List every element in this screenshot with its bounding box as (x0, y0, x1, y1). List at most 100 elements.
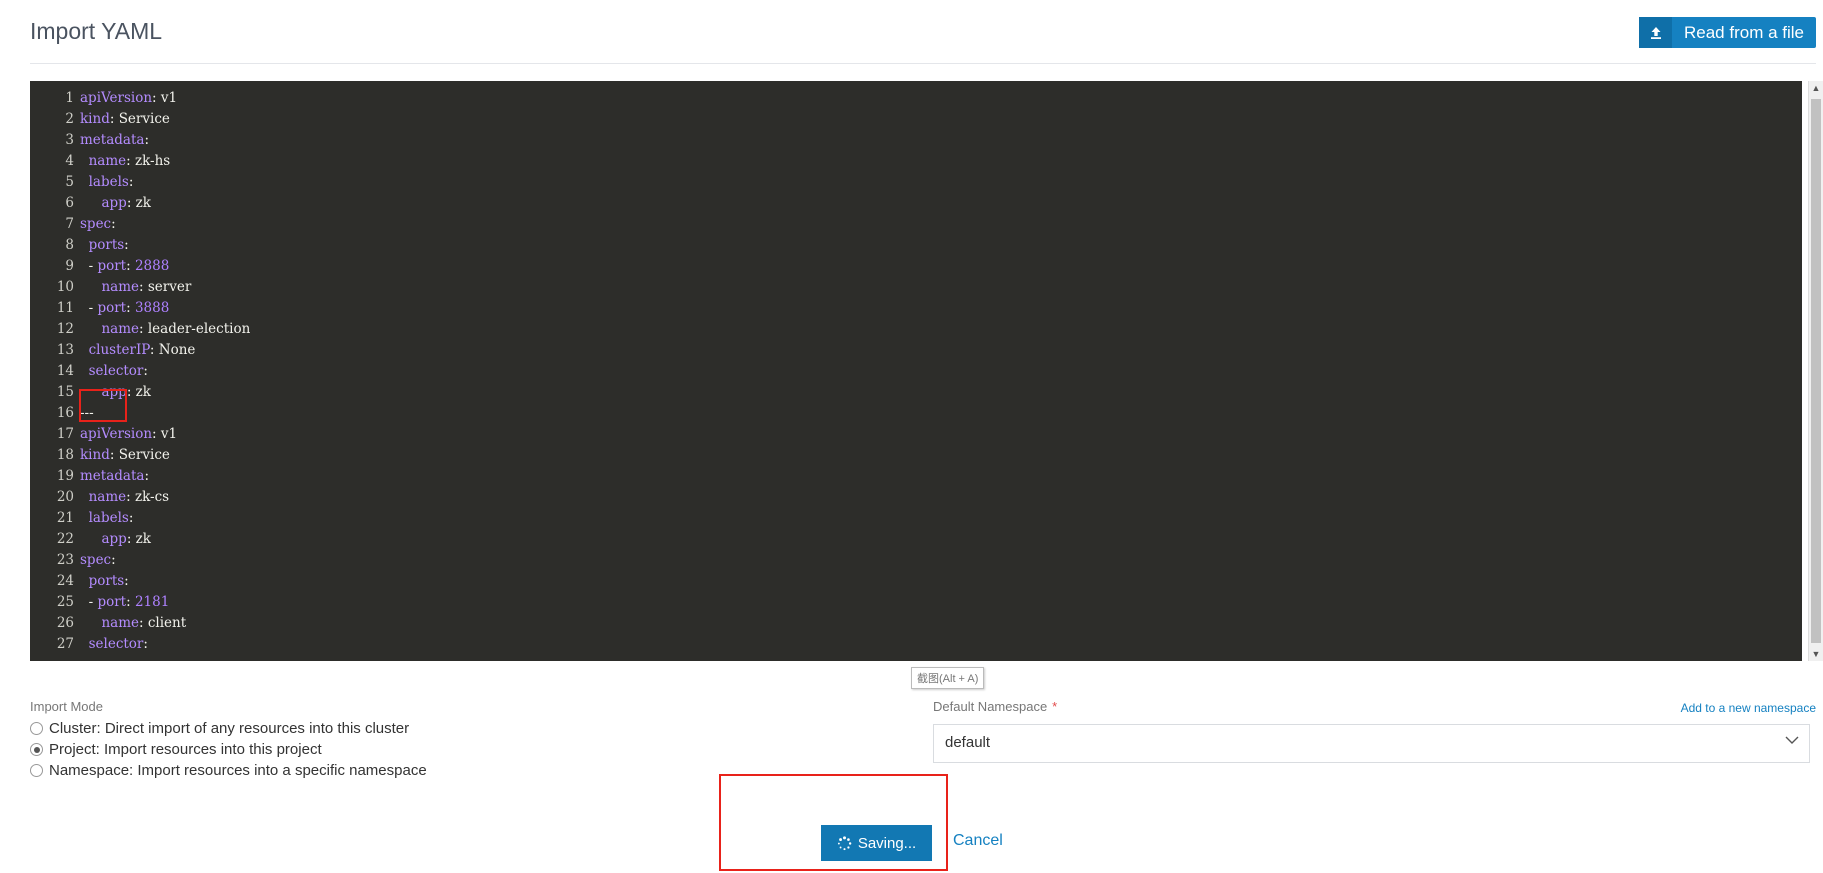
radio-namespace-label: Namespace: Import resources into a speci… (49, 762, 427, 779)
yaml-value: zk (135, 384, 151, 400)
screenshot-tooltip: 截图(Alt + A) (911, 667, 985, 689)
radio-cluster-label: Cluster: Direct import of any resources … (49, 720, 410, 737)
yaml-value: zk (135, 531, 151, 547)
yaml-key: selector (88, 363, 144, 379)
yaml-value: zk-cs (134, 489, 170, 505)
yaml-key: name (101, 615, 140, 631)
radio-project[interactable] (30, 743, 43, 756)
cancel-link[interactable]: Cancel (953, 832, 1003, 850)
scroll-down-icon[interactable]: ▼ (1809, 647, 1823, 661)
yaml-key: metadata (80, 132, 145, 148)
line-number: 2 (65, 111, 74, 127)
editor-line: 22 app: zk (30, 529, 1802, 550)
editor-line: 18 kind: Service (30, 445, 1802, 466)
yaml-value: zk (135, 195, 151, 211)
editor-line: 16 --- (30, 403, 1802, 424)
yaml-key: selector (88, 636, 144, 652)
line-number: 6 (65, 195, 74, 211)
line-number: 17 (56, 426, 74, 442)
yaml-key: clusterIP (88, 342, 150, 358)
line-number: 18 (56, 447, 74, 463)
editor-line: 15 app: zk (30, 382, 1802, 403)
line-number: 21 (56, 510, 74, 526)
page-header: Import YAML Read from a file (30, 0, 1816, 64)
line-number: 10 (56, 279, 74, 295)
scroll-up-icon[interactable]: ▲ (1809, 81, 1823, 95)
line-number: 9 (65, 258, 74, 274)
yaml-key: labels (88, 174, 129, 190)
saving-label: Saving... (857, 834, 917, 852)
line-number: 27 (56, 636, 74, 652)
yaml-value: 2888 (134, 258, 170, 274)
line-number: 3 (65, 132, 74, 148)
line-number: 23 (56, 552, 74, 568)
yaml-value: Service (118, 447, 170, 463)
editor-line: 14 selector: (30, 361, 1802, 382)
read-from-file-button[interactable]: Read from a file (1639, 17, 1816, 48)
import-mode-cluster-option[interactable]: Cluster: Direct import of any resources … (30, 720, 409, 737)
import-mode-project-option[interactable]: Project: Import resources into this proj… (30, 741, 322, 758)
yaml-value: v1 (160, 90, 178, 106)
editor-line: 26 name: client (30, 613, 1802, 634)
editor-line: 20 name: zk-cs (30, 487, 1802, 508)
yaml-key: metadata (80, 468, 145, 484)
editor-line: 9 - port: 2888 (30, 256, 1802, 277)
editor-line: 5 labels: (30, 172, 1802, 193)
yaml-value: 3888 (134, 300, 170, 316)
editor-line: 24 ports: (30, 571, 1802, 592)
yaml-key: spec (80, 552, 112, 568)
line-number: 7 (65, 216, 74, 232)
editor-line: 25 - port: 2181 (30, 592, 1802, 613)
yaml-value: client (147, 615, 187, 631)
yaml-key: app (101, 384, 127, 400)
editor-line: 1 apiVersion: v1 (30, 88, 1802, 109)
yaml-key: labels (88, 510, 129, 526)
editor-line: 3 metadata: (30, 130, 1802, 151)
scrollbar-thumb[interactable] (1811, 99, 1821, 643)
line-number: 22 (56, 531, 74, 547)
line-number: 26 (56, 615, 74, 631)
yaml-key: app (101, 195, 127, 211)
yaml-key: kind (80, 447, 110, 463)
line-number: 16 (56, 405, 74, 421)
namespace-select[interactable]: default (933, 724, 1810, 763)
line-number: 20 (56, 489, 74, 505)
read-from-file-label: Read from a file (1684, 22, 1804, 42)
line-number: 5 (65, 174, 74, 190)
yaml-key: port (97, 258, 127, 274)
editor-line: 10 name: server (30, 277, 1802, 298)
yaml-key: name (88, 489, 127, 505)
default-namespace-label-text: Default Namespace (933, 699, 1048, 714)
add-namespace-link[interactable]: Add to a new namespace (1681, 701, 1816, 715)
namespace-select-value: default (945, 734, 991, 751)
yaml-value: zk-hs (134, 153, 171, 169)
yaml-value: leader-election (147, 321, 251, 337)
yaml-value: 2181 (134, 594, 170, 610)
default-namespace-label: Default Namespace * (933, 699, 1057, 714)
editor-line: 11 - port: 3888 (30, 298, 1802, 319)
chevron-down-icon (1785, 736, 1799, 744)
line-number: 13 (56, 342, 74, 358)
yaml-editor[interactable]: 1 apiVersion: v1 2 kind: Service 3 metadata: 4… (30, 81, 1802, 661)
editor-line: 6 app: zk (30, 193, 1802, 214)
line-number: 15 (56, 384, 74, 400)
editor-line: 7 spec: (30, 214, 1802, 235)
radio-cluster[interactable] (30, 722, 43, 735)
editor-line: 19 metadata: (30, 466, 1802, 487)
yaml-key: name (101, 279, 140, 295)
import-mode-namespace-option[interactable]: Namespace: Import resources into a speci… (30, 762, 427, 779)
line-number: 12 (56, 321, 74, 337)
saving-button[interactable]: Saving... (821, 825, 932, 861)
line-number: 14 (56, 363, 74, 379)
radio-namespace[interactable] (30, 764, 43, 777)
yaml-key: kind (80, 111, 110, 127)
line-number: 1 (65, 90, 74, 106)
yaml-key: apiVersion (80, 90, 153, 106)
yaml-key: name (88, 153, 127, 169)
yaml-value: None (158, 342, 196, 358)
yaml-key: ports (88, 573, 125, 589)
line-number: 25 (56, 594, 74, 610)
editor-scrollbar[interactable]: ▲ ▼ (1808, 81, 1823, 661)
yaml-value: v1 (160, 426, 178, 442)
editor-line: 2 kind: Service (30, 109, 1802, 130)
